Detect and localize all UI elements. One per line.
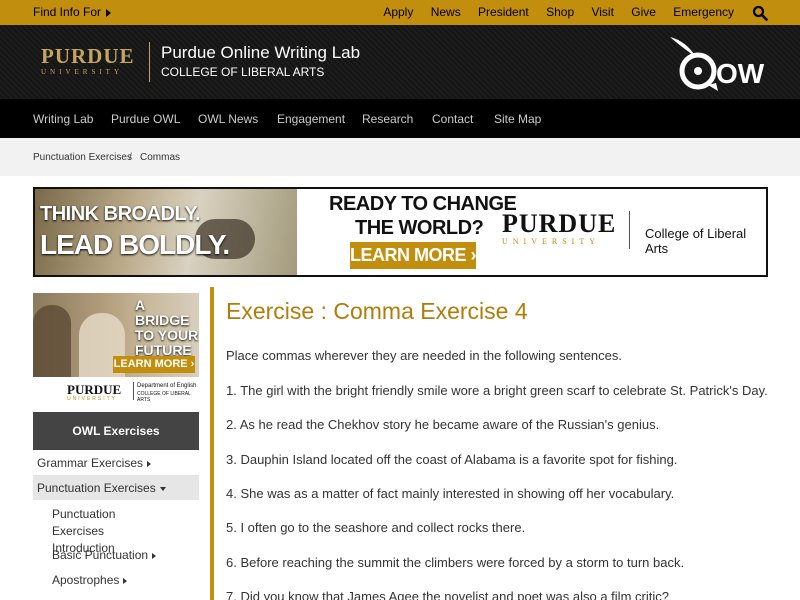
link-news[interactable]: News (431, 5, 461, 19)
caret-right-icon (106, 8, 112, 17)
banner-lead-boldly: LEAD BOLDLY. (40, 229, 230, 260)
sidebar-item-grammar-exercises[interactable]: Grammar Exercises (33, 451, 199, 475)
ad-footer: PURDUE UNIVERSITY Department of English … (33, 377, 199, 405)
owl-logo-text: OWL (716, 58, 764, 89)
ad-bridge-text: A BRIDGE TO YOUR FUTURE (135, 297, 199, 358)
nav-purdue-owl[interactable]: Purdue OWL (111, 112, 180, 126)
nav-owl-news[interactable]: OWL News (198, 112, 258, 126)
utility-bar: Find Info For Apply News President Shop … (0, 0, 800, 25)
link-emergency[interactable]: Emergency (673, 5, 734, 19)
sidebar-item-label: Apostrophes (52, 573, 120, 587)
exercise-sentence: 6. Before reaching the summit the climbe… (226, 555, 685, 570)
breadcrumb-separator: / (129, 152, 132, 163)
ad-learn-more-button[interactable]: LEARN MORE › (113, 356, 195, 373)
link-visit[interactable]: Visit (591, 5, 613, 19)
banner-college-name: College of Liberal Arts (645, 226, 747, 256)
sidebar-item-basic-punctuation[interactable]: Basic Punctuation (33, 548, 199, 566)
purdue-logo-text: PURDUE (41, 44, 135, 68)
link-give[interactable]: Give (631, 5, 656, 19)
sidebar-item-punctuation-exercises[interactable]: Punctuation Exercises (33, 475, 199, 500)
link-apply[interactable]: Apply (383, 5, 413, 19)
exercise-sentence: 2. As he read the Chekhov story he becam… (226, 417, 660, 432)
main-nav: Writing Lab Purdue OWL OWL News Engageme… (0, 99, 800, 138)
sidebar-heading[interactable]: OWL Exercises (33, 412, 199, 450)
sidebar-item-label: Punctuation Exercises (37, 481, 156, 495)
cla-banner-ad[interactable]: THINK BROADLY. LEAD BOLDLY. READY TO CHA… (33, 187, 768, 277)
banner-think-broadly: THINK BROADLY. (40, 203, 201, 225)
caret-down-icon (159, 486, 166, 491)
sidebar-item-punctuation-intro[interactable]: Punctuation Exercises Introduction (33, 506, 199, 555)
link-president[interactable]: President (478, 5, 529, 19)
caret-right-icon (152, 552, 157, 559)
header-divider (149, 42, 150, 82)
banner-purdue-logo-subtext: UNIVERSITY (502, 237, 600, 246)
search-icon[interactable] (752, 5, 768, 21)
banner-headline-line1: READY TO CHANGE (329, 193, 517, 215)
ad-dept-name: Department of English (137, 383, 197, 389)
caret-right-icon (123, 577, 128, 584)
nav-site-map[interactable]: Site Map (494, 112, 541, 126)
exercise-title: Exercise : Comma Exercise 4 (226, 298, 528, 324)
breadcrumb: Punctuation Exercises / Commas (0, 138, 800, 176)
banner-divider (629, 211, 630, 249)
banner-headline-line2: THE WORLD? (355, 217, 484, 239)
purdue-logo-subtext: UNIVERSITY (41, 68, 123, 76)
ad-college-name: COLLEGE OF LIBERAL ARTS (137, 391, 191, 403)
sidebar-item-label: Grammar Exercises (37, 456, 144, 470)
banner-purdue-logo: PURDUE UNIVERSITY (502, 209, 617, 247)
ad-photo-person (33, 305, 71, 385)
sidebar-item-label: Basic Punctuation (52, 548, 149, 562)
utility-links: Apply News President Shop Visit Give Eme… (369, 5, 734, 19)
banner-learn-more-button[interactable]: LEARN MORE › (350, 242, 477, 269)
nav-research[interactable]: Research (362, 112, 413, 126)
site-title[interactable]: Purdue Online Writing Lab (161, 43, 360, 63)
exercise-sentence: 1. The girl with the bright friendly smi… (226, 383, 768, 398)
content-accent-bar (210, 287, 214, 600)
breadcrumb-commas[interactable]: Commas (140, 152, 180, 163)
ad-purdue-logo-subtext: UNIVERSITY (67, 396, 118, 402)
english-dept-ad[interactable]: A BRIDGE TO YOUR FUTURE LEARN MORE › PUR… (33, 293, 199, 405)
breadcrumb-punctuation-exercises[interactable]: Punctuation Exercises (33, 152, 132, 163)
exercise-sentence: 5. I often go to the seashore and collec… (226, 520, 526, 535)
nav-contact[interactable]: Contact (432, 112, 473, 126)
exercise-sentence: 3. Dauphin Island located off the coast … (226, 452, 678, 467)
site-header: PURDUE UNIVERSITY Purdue Online Writing … (0, 25, 800, 99)
find-info-for-dropdown[interactable]: Find Info For (33, 5, 112, 19)
sidebar-item-apostrophes[interactable]: Apostrophes (33, 573, 199, 591)
nav-engagement[interactable]: Engagement (277, 112, 345, 126)
exercise-instructions: Place commas wherever they are needed in… (226, 348, 622, 363)
link-shop[interactable]: Shop (546, 5, 574, 19)
exercise-sentence: 4. She was as a matter of fact mainly in… (226, 486, 675, 501)
owl-logo-icon[interactable]: OWL (664, 33, 764, 93)
purdue-logo[interactable]: PURDUE UNIVERSITY (41, 44, 135, 77)
nav-writing-lab[interactable]: Writing Lab (33, 112, 93, 126)
site-subtitle[interactable]: COLLEGE OF LIBERAL ARTS (161, 65, 324, 79)
find-info-for-label: Find Info For (33, 5, 102, 19)
banner-purdue-logo-text: PURDUE (502, 209, 617, 238)
exercise-sentence: 7. Did you know that James Agee the nove… (226, 589, 669, 600)
ad-divider (133, 382, 134, 400)
caret-right-icon (147, 460, 152, 467)
